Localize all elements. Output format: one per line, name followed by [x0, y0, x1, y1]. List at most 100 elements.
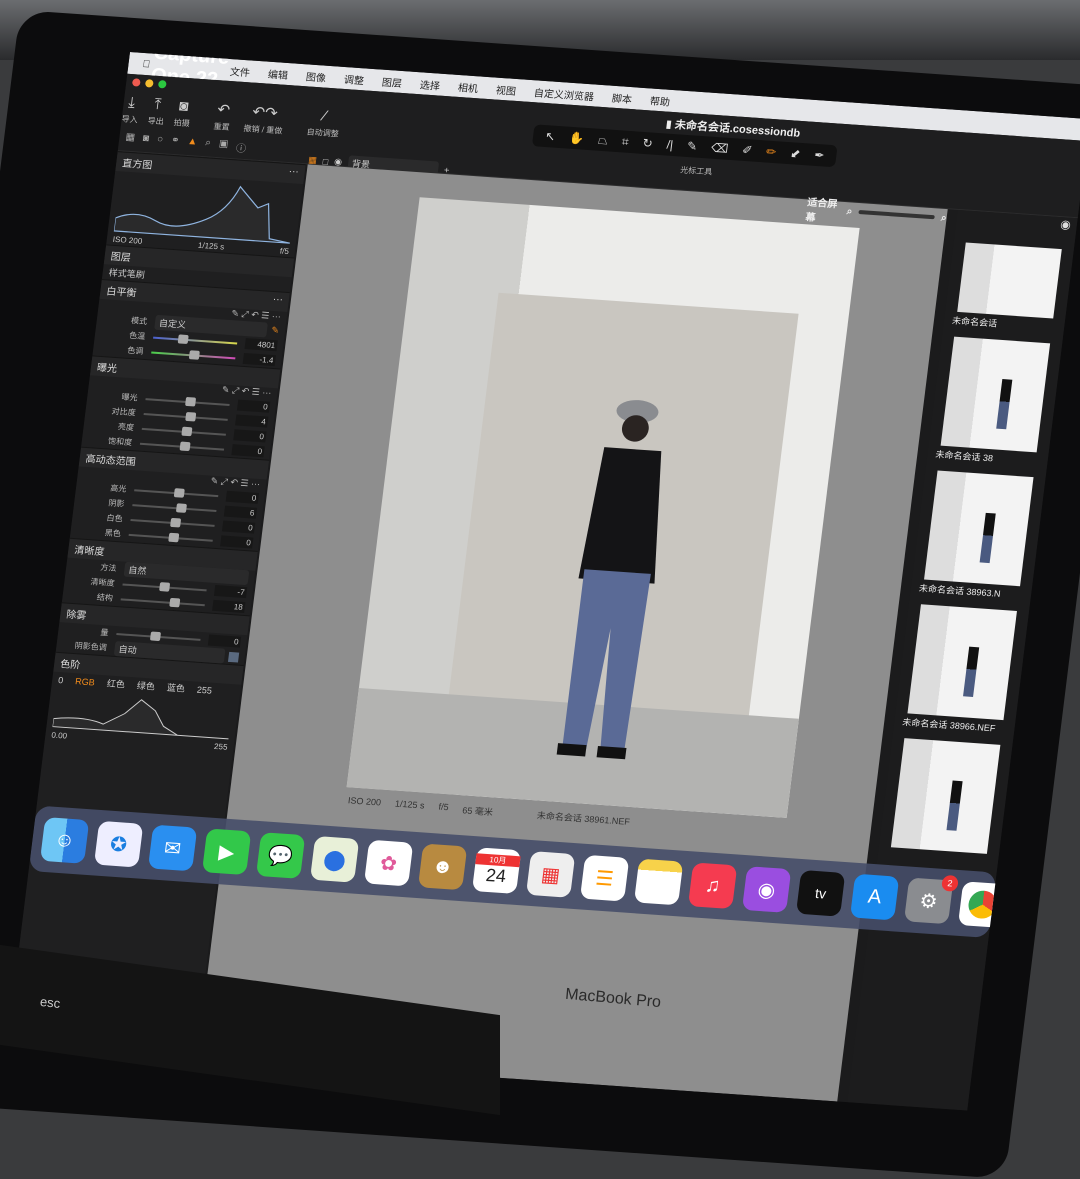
calendar-icon[interactable]: 10月 24 — [471, 847, 522, 894]
auto-adjust-button[interactable]: ⁄ 自动调整 — [306, 107, 342, 140]
thumbnail[interactable] — [907, 604, 1017, 721]
keystone-tool-icon[interactable]: ⏢ — [597, 132, 608, 148]
eraser-tool-icon[interactable]: ⌫ — [710, 141, 729, 156]
more-icon[interactable]: ··· — [272, 294, 283, 310]
finder-icon[interactable]: ☺ — [39, 817, 90, 864]
undo-redo-button[interactable]: ↶↷ 撤销 / 重做 — [243, 102, 286, 136]
safari-icon[interactable]: ✪ — [93, 820, 144, 868]
levels-tab-blue[interactable]: 蓝色 — [166, 681, 186, 695]
menu-edit[interactable]: 编辑 — [267, 65, 289, 81]
saturation-value[interactable]: 0 — [231, 444, 265, 458]
draw-mask-icon[interactable]: ✐ — [741, 143, 753, 158]
levels-tab-rgb[interactable]: RGB — [75, 676, 96, 687]
exposure-slider[interactable] — [145, 396, 230, 407]
thumbnail[interactable] — [957, 242, 1062, 319]
white-value[interactable]: 0 — [221, 520, 256, 534]
gradient-tool-icon[interactable]: ⬋ — [789, 146, 801, 161]
clarity-slider[interactable] — [122, 581, 207, 592]
exposure-value[interactable]: 0 — [236, 399, 271, 413]
reset-button[interactable]: ↶ 重置 — [213, 100, 233, 133]
capture-tab-icon[interactable]: ◙ — [142, 133, 149, 148]
wb-kelvin-value[interactable]: 4801 — [244, 338, 278, 352]
shadow-value[interactable]: 6 — [223, 505, 258, 519]
apple-tv-icon[interactable]: tv — [795, 869, 846, 917]
brightness-slider[interactable] — [141, 426, 227, 436]
color-swatch[interactable] — [228, 651, 240, 663]
notes-icon[interactable] — [633, 858, 684, 906]
black-value[interactable]: 0 — [220, 535, 254, 549]
wb-tint-slider[interactable] — [151, 349, 236, 360]
shadow-slider[interactable] — [132, 502, 217, 513]
contrast-value[interactable]: 4 — [235, 414, 269, 428]
menu-adjust[interactable]: 调整 — [343, 71, 365, 87]
levels-tab-green[interactable]: 绿色 — [136, 679, 156, 693]
close-button[interactable] — [131, 78, 141, 87]
contacts-icon[interactable]: ☻ — [417, 843, 468, 891]
color-tab-icon[interactable]: ⚭ — [170, 135, 180, 150]
thumbnail[interactable] — [890, 738, 1001, 854]
main-photo[interactable] — [346, 197, 860, 818]
menu-custom-browser[interactable]: 自定义浏览器 — [533, 84, 595, 103]
menu-select[interactable]: 选择 — [419, 76, 441, 92]
brush-tool-icon[interactable]: ✏ — [765, 145, 777, 160]
reminders-icon[interactable]: ☰ — [579, 854, 630, 902]
fit-screen-label[interactable]: 适合屏幕 — [805, 193, 843, 225]
thumbnail[interactable] — [924, 470, 1034, 587]
menu-scripts[interactable]: 脚本 — [611, 89, 633, 105]
structure-value[interactable]: 18 — [212, 599, 246, 613]
mail-icon[interactable]: ✉ — [147, 824, 198, 872]
pan-tool-icon[interactable]: ✋ — [568, 131, 585, 146]
wb-tint-value[interactable]: -1.4 — [242, 352, 277, 367]
messages-icon[interactable]: 💬 — [255, 832, 306, 879]
levels-tab-red[interactable]: 红色 — [106, 676, 126, 690]
menu-view[interactable]: 视图 — [495, 81, 517, 97]
system-settings-icon[interactable]: ⚙ 2 — [903, 874, 959, 925]
brightness-value[interactable]: 0 — [233, 429, 267, 443]
clarity-value[interactable]: -7 — [213, 584, 248, 599]
menu-camera[interactable]: 相机 — [457, 79, 479, 94]
crop-tool-icon[interactable]: ⌗ — [621, 134, 629, 149]
maps-icon[interactable]: ⬤ — [309, 835, 360, 883]
highlight-value[interactable]: 0 — [225, 490, 259, 504]
wb-kelvin-slider[interactable] — [153, 333, 238, 344]
menu-help[interactable]: 帮助 — [649, 92, 671, 108]
music-icon[interactable]: ♫ — [687, 862, 738, 910]
app-store-icon[interactable]: A — [849, 873, 900, 921]
library-tab-icon[interactable]: ▦ — [124, 132, 136, 148]
lens-tab-icon[interactable]: ○ — [156, 134, 163, 149]
zoom-in-icon[interactable]: ⌕ — [940, 212, 947, 223]
photos-icon[interactable]: ✿ — [363, 839, 414, 887]
white-slider[interactable] — [130, 517, 215, 528]
straighten-tool-icon[interactable]: /| — [666, 138, 674, 152]
annotate-tool-icon[interactable]: ✒ — [814, 148, 826, 163]
select-tool-icon[interactable]: ↖ — [544, 129, 556, 144]
export-button[interactable]: ⤒ 导出 — [147, 95, 167, 127]
saturation-slider[interactable] — [139, 441, 225, 451]
levels-graph[interactable]: 0.00 255 — [51, 689, 233, 752]
black-slider[interactable] — [128, 532, 213, 542]
structure-slider[interactable] — [120, 597, 205, 607]
minimize-button[interactable] — [144, 79, 154, 88]
menu-layers[interactable]: 图层 — [381, 73, 403, 89]
highlight-slider[interactable] — [134, 487, 219, 498]
info-tab-icon[interactable]: ⓘ — [235, 139, 247, 155]
thumbnail[interactable] — [940, 336, 1051, 453]
picker-tool-icon[interactable]: ✎ — [686, 139, 698, 154]
zoom-out-icon[interactable]: ⌕ — [846, 206, 853, 217]
menu-file[interactable]: 文件 — [229, 63, 251, 79]
zoom-button[interactable] — [157, 80, 167, 89]
menu-image[interactable]: 图像 — [305, 68, 327, 84]
apple-icon[interactable]:  — [142, 58, 151, 69]
launchpad-icon[interactable]: ▦ — [525, 851, 576, 898]
dehaze-value[interactable]: 0 — [207, 634, 242, 648]
import-button[interactable]: ⤓ 导入 — [121, 94, 141, 126]
wb-picker-icon[interactable]: ✎ — [271, 325, 280, 336]
podcasts-icon[interactable]: ◉ — [741, 866, 792, 913]
metadata-tab-icon[interactable]: ▣ — [218, 138, 229, 154]
zoom-slider[interactable] — [858, 209, 936, 220]
exposure-tab-icon[interactable]: ▲ — [186, 136, 198, 152]
facetime-icon[interactable]: ▶ — [201, 828, 252, 876]
capture-button[interactable]: ◙ 拍摄 — [173, 97, 193, 129]
contrast-slider[interactable] — [143, 411, 228, 422]
dehaze-slider[interactable] — [116, 630, 201, 641]
